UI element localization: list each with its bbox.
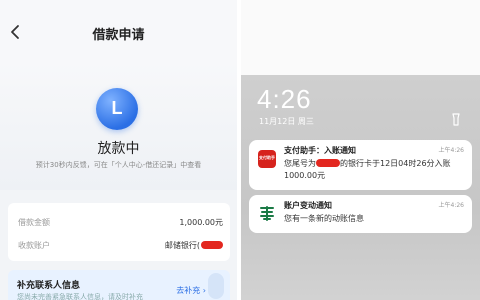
notification-body: 您尾号为 的银行卡于12日04时26分入账1000.00元 (284, 158, 464, 182)
lock-screen-panel: 4:26 11月12日 周三 支付助手 支付助手：入账通知 上午4:26 您尾号… (241, 0, 480, 300)
body-prefix: 您尾号为 (284, 159, 316, 168)
detail-label: 借款金额 (18, 218, 50, 227)
detail-label: 收款账户 (18, 241, 50, 250)
lock-date: 11月12日 周三 (259, 117, 314, 126)
app-icon-text: 支付助手 (259, 155, 275, 160)
supplement-title: 补充联系人信息 (17, 281, 81, 291)
notification-body: 您有一条新的动账信息 (284, 214, 364, 223)
page-title: 借款申请 (92, 28, 145, 43)
blank-area (241, 0, 480, 75)
bank-logo-icon (258, 204, 276, 222)
lock-clock: 4:26 (257, 84, 312, 114)
detail-value: 1,000.00元 (179, 218, 223, 227)
payment-helper-icon: 支付助手 (258, 150, 276, 168)
app-logo: L (96, 88, 138, 130)
supplement-contact-banner[interactable]: 补充联系人信息 您尚未完善紧急联系人信息，请及时补充 去补充 › (8, 270, 230, 300)
detail-value-wrapper: 邮储银行( (165, 240, 223, 251)
status-hint: 预计30秒内反馈，可在「个人中心-借还记录」中查看 (35, 161, 202, 169)
detail-value: 邮储银行( (164, 241, 200, 250)
notification-time: 上午4:26 (438, 202, 464, 209)
notification-time: 上午4:26 (438, 147, 464, 154)
notification-account-change[interactable]: 账户变动通知 上午4:26 您有一条新的动账信息 (249, 195, 472, 233)
supplement-button[interactable]: 去补充 › (176, 285, 206, 296)
notification-title: 支付助手：入账通知 (284, 146, 356, 155)
supplement-subtitle: 您尚未完善紧急联系人信息，请及时补充 (17, 293, 143, 300)
notification-deposit[interactable]: 支付助手 支付助手：入账通知 上午4:26 您尾号为 的银行卡于12日04时26分… (249, 140, 472, 190)
banner-illustration (208, 273, 224, 299)
logo-letter: L (111, 98, 123, 118)
status-title: 放款中 (97, 141, 140, 157)
notification-title: 账户变动通知 (284, 201, 332, 210)
loan-details-card: 借款金额 1,000.00元 收款账户 邮储银行( (8, 203, 230, 261)
redaction-mark (316, 159, 340, 167)
app-header: 借款申请 (0, 0, 237, 62)
flashlight-icon[interactable] (449, 112, 463, 126)
redaction-mark (201, 241, 223, 249)
loan-app-panel: 借款申请 L 放款中 预计30秒内反馈，可在「个人中心-借还记录」中查看 借款金… (0, 0, 237, 300)
